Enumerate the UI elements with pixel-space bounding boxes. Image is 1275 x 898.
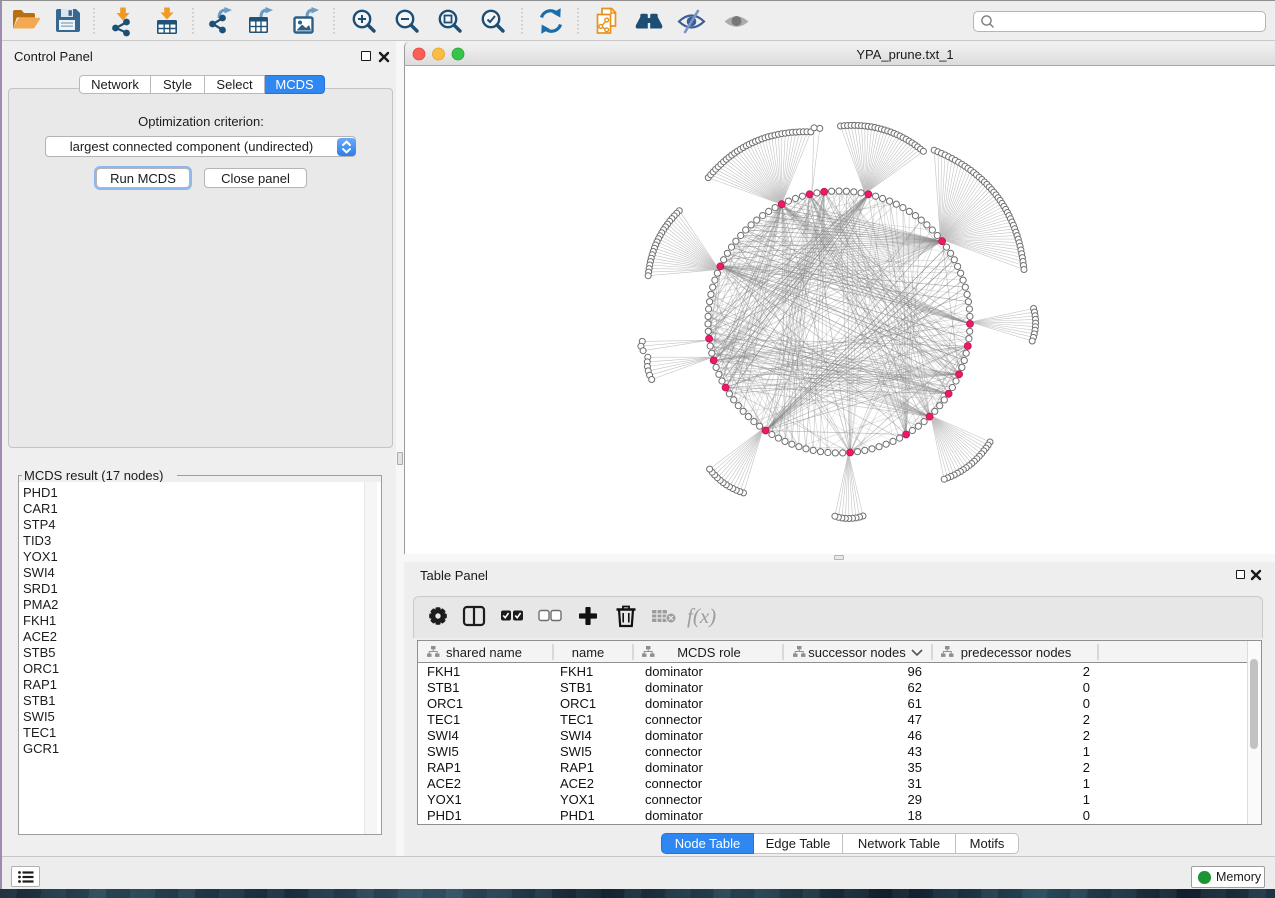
svg-text:f(x): f(x) <box>687 604 716 628</box>
